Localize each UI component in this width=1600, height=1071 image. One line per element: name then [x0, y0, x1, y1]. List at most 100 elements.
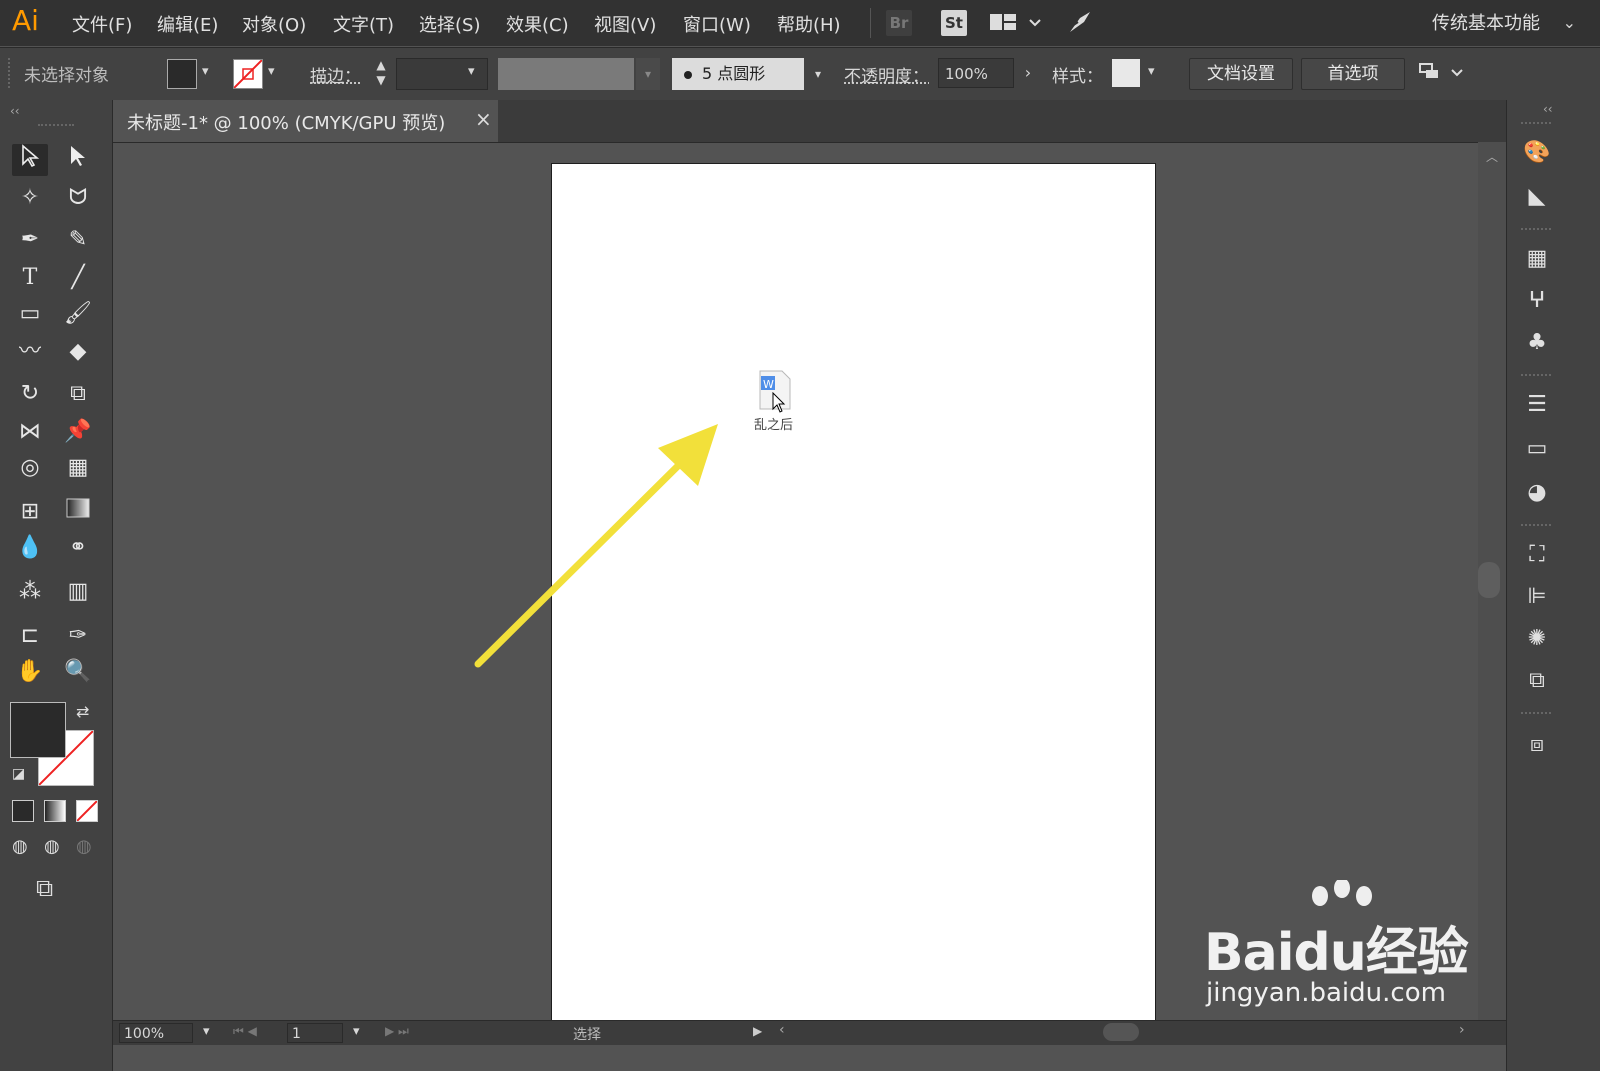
fill-color-swatch-front[interactable]: [10, 702, 66, 758]
arrange-documents-icon[interactable]: [990, 12, 1050, 38]
color-palette-icon[interactable]: 🎨: [1517, 138, 1557, 168]
stock-icon[interactable]: St: [941, 10, 967, 36]
color-guide-icon[interactable]: ◣: [1517, 182, 1557, 212]
pen-tool-icon[interactable]: ✒: [12, 224, 48, 256]
expand-panels-icon[interactable]: ‹‹: [1543, 102, 1553, 116]
symbol-sprayer-tool-icon[interactable]: ⁂: [12, 576, 48, 608]
menu-object[interactable]: 对象(O): [242, 11, 306, 37]
chevron-right-icon[interactable]: ›: [1016, 58, 1040, 88]
workspace-switcher[interactable]: 传统基本功能: [1432, 9, 1540, 35]
grip-handle[interactable]: [1521, 228, 1551, 230]
document-setup-button[interactable]: 文档设置: [1189, 58, 1293, 90]
horizontal-scrollbar-thumb[interactable]: [1103, 1023, 1139, 1041]
mesh-tool-icon[interactable]: ⊞: [12, 496, 48, 528]
shaper-tool-icon[interactable]: 〰: [12, 336, 48, 368]
scrollbar-thumb[interactable]: [1478, 562, 1500, 598]
grip-handle[interactable]: [1521, 122, 1551, 124]
gradient-panel-icon[interactable]: ▭: [1517, 434, 1557, 464]
artboard-number-input[interactable]: 1: [287, 1023, 343, 1043]
draw-behind-icon[interactable]: ◍: [44, 836, 60, 857]
preferences-button[interactable]: 首选项: [1301, 58, 1405, 90]
grip-handle[interactable]: [1521, 524, 1551, 526]
chevron-down-icon[interactable]: ▾: [202, 64, 209, 79]
pathfinder-icon[interactable]: ⧉: [1517, 666, 1557, 696]
column-graph-tool-icon[interactable]: ▥: [60, 576, 96, 608]
artboard-tool-icon[interactable]: ⊏: [12, 620, 48, 652]
last-artboard-icon[interactable]: ▶ ⏭: [385, 1024, 409, 1039]
gpu-performance-icon[interactable]: [1066, 8, 1094, 40]
draw-normal-icon[interactable]: ◍: [12, 836, 28, 857]
magic-wand-tool-icon[interactable]: ✧: [12, 182, 48, 214]
vertical-scrollbar[interactable]: ︿: [1478, 142, 1506, 1020]
swatches-icon[interactable]: ▦: [1517, 244, 1557, 274]
fill-swatch[interactable]: [167, 59, 197, 89]
document-tab[interactable]: 未标题-1* @ 100% (CMYK/GPU 预览) ×: [113, 100, 498, 142]
opacity-input[interactable]: 100%: [938, 58, 1014, 88]
line-tool-icon[interactable]: ╱: [60, 262, 96, 294]
chevron-down-icon[interactable]: ▾: [806, 58, 830, 90]
swap-colors-icon[interactable]: ⇄: [76, 702, 89, 721]
menu-edit[interactable]: 编辑(E): [157, 11, 218, 37]
grip-handle[interactable]: [1521, 712, 1551, 714]
stroke-panel-icon[interactable]: ☰: [1517, 390, 1557, 420]
slice-tool-icon[interactable]: ✑: [60, 620, 96, 652]
selection-tool-icon[interactable]: [12, 144, 48, 176]
graphic-style-swatch[interactable]: [1112, 59, 1140, 87]
blend-tool-icon[interactable]: ⚭: [60, 532, 96, 564]
scroll-right-icon[interactable]: ›: [1459, 1022, 1465, 1038]
stroke-label[interactable]: 描边：: [310, 62, 361, 87]
menu-file[interactable]: 文件(F): [72, 11, 132, 37]
eyedropper-tool-icon[interactable]: 💧: [12, 532, 48, 564]
status-menu-arrow-icon[interactable]: ▶: [753, 1024, 762, 1038]
perspective-grid-tool-icon[interactable]: ▦: [60, 452, 96, 484]
default-colors-icon[interactable]: ◪: [12, 766, 25, 782]
brush-definition[interactable]: 5 点圆形: [672, 58, 804, 90]
chevron-down-icon[interactable]: ▾: [1148, 64, 1155, 79]
appearance-icon[interactable]: ✺: [1517, 624, 1557, 654]
type-tool-icon[interactable]: T: [12, 262, 48, 294]
width-tool-icon[interactable]: ⋈: [12, 416, 48, 448]
collapse-panel-icon[interactable]: ‹‹: [10, 104, 20, 118]
hand-tool-icon[interactable]: ✋: [12, 656, 48, 688]
variable-width-profile[interactable]: [498, 58, 634, 90]
stroke-swatch[interactable]: [233, 59, 263, 89]
color-mode-icon[interactable]: [12, 800, 34, 822]
gradient-mode-icon[interactable]: [44, 800, 66, 822]
menu-window[interactable]: 窗口(W): [683, 11, 751, 37]
chevron-down-icon[interactable]: ⌄: [1563, 13, 1576, 32]
zoom-level-input[interactable]: 100%: [119, 1023, 193, 1043]
chevron-down-icon[interactable]: ▾: [203, 1024, 210, 1039]
symbols-icon[interactable]: ♣: [1517, 328, 1557, 358]
direct-selection-tool-icon[interactable]: [60, 144, 96, 176]
menu-view[interactable]: 视图(V): [594, 11, 656, 37]
grip-handle[interactable]: [38, 124, 74, 130]
scale-tool-icon[interactable]: ⧉: [60, 378, 96, 410]
none-mode-icon[interactable]: [76, 800, 98, 822]
brushes-icon[interactable]: ⵖ: [1517, 286, 1557, 316]
curvature-tool-icon[interactable]: ✎: [60, 224, 96, 256]
transform-icon[interactable]: ⛶: [1517, 540, 1557, 570]
arrange-icon[interactable]: [1418, 60, 1468, 90]
chevron-down-icon[interactable]: ▾: [353, 1024, 360, 1039]
chevron-down-icon[interactable]: ▾: [268, 64, 275, 79]
menu-help[interactable]: 帮助(H): [777, 11, 841, 37]
screen-mode-icon[interactable]: ⧉: [36, 874, 53, 902]
align-icon[interactable]: ⊫: [1517, 582, 1557, 612]
draw-inside-icon[interactable]: ◍: [76, 836, 92, 857]
menu-type[interactable]: 文字(T): [333, 11, 394, 37]
transparency-icon[interactable]: ◕: [1517, 478, 1557, 508]
gradient-tool-icon[interactable]: [60, 496, 96, 528]
close-tab-button[interactable]: ×: [475, 107, 492, 131]
rotate-tool-icon[interactable]: ↻: [12, 378, 48, 410]
rectangle-tool-icon[interactable]: ▭: [12, 298, 48, 330]
chevron-down-icon[interactable]: ▾: [636, 58, 660, 90]
shape-builder-tool-icon[interactable]: ◎: [12, 452, 48, 484]
menu-effect[interactable]: 效果(C): [506, 11, 569, 37]
layers-icon[interactable]: ⧈: [1517, 730, 1557, 760]
eraser-tool-icon[interactable]: ◆: [60, 336, 96, 368]
scroll-left-icon[interactable]: ‹: [779, 1022, 785, 1038]
chevron-down-icon[interactable]: ▾: [468, 64, 475, 79]
first-artboard-icon[interactable]: ⏮ ◀: [233, 1024, 257, 1039]
puppet-warp-tool-icon[interactable]: 📌: [60, 416, 96, 448]
grip-handle[interactable]: [1521, 374, 1551, 376]
